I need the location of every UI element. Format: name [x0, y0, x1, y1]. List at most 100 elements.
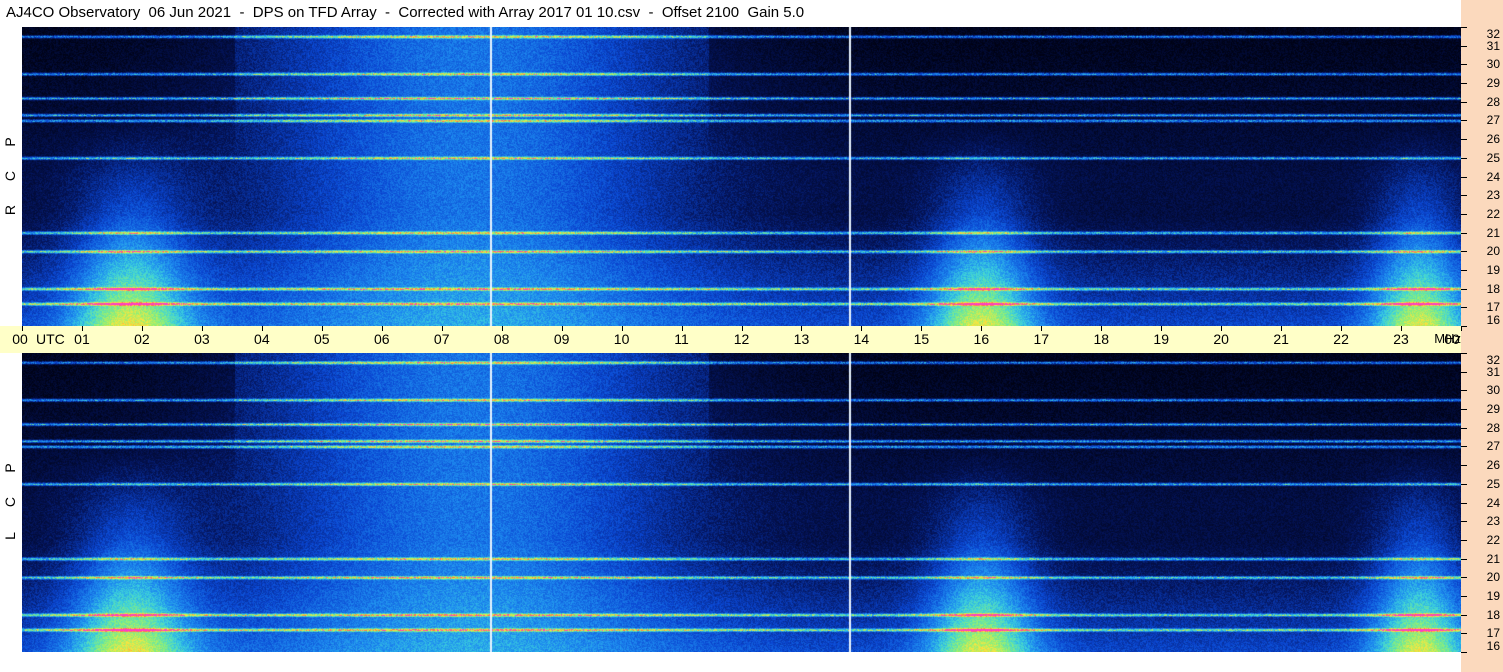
frequency-tick: [1461, 83, 1467, 84]
frequency-tick-label: 32: [1486, 27, 1500, 41]
frequency-tick: [1461, 652, 1467, 653]
panel-label-letter: C: [2, 170, 18, 182]
frequency-tick: [1461, 577, 1467, 578]
utc-label: UTC: [36, 331, 65, 347]
frequency-tick-label: 26: [1486, 458, 1500, 473]
frequency-tick: [1461, 177, 1467, 178]
frequency-tick-label: 16: [1486, 313, 1500, 327]
frequency-tick: [1461, 409, 1467, 410]
frequency-tick-label: 25: [1486, 150, 1500, 165]
frequency-tick-label: 27: [1486, 113, 1500, 128]
frequency-tick-label: 16: [1486, 639, 1500, 653]
frequency-tick: [1461, 307, 1467, 308]
frequency-tick-label: 19: [1486, 588, 1500, 603]
frequency-tick-label: 29: [1486, 402, 1500, 417]
time-tick-label: 23: [1393, 331, 1409, 347]
frequency-tick: [1461, 46, 1467, 47]
time-tick-label: 07: [433, 331, 450, 347]
frequency-tick-label: 17: [1486, 626, 1500, 641]
frequency-tick: [1461, 428, 1467, 429]
time-tick-label: 05: [313, 331, 330, 347]
frequency-tick-label: 22: [1486, 206, 1500, 221]
frequency-tick-label: 30: [1486, 57, 1500, 72]
time-tick-label: 03: [194, 331, 210, 347]
frequency-tick: [1461, 446, 1467, 447]
frequency-tick-label: 29: [1486, 76, 1500, 91]
frequency-tick: [1461, 353, 1467, 354]
time-tick-label: 14: [853, 331, 870, 347]
frequency-tick: [1461, 615, 1467, 616]
panel-label-letter: R: [2, 204, 18, 216]
frequency-tick-label: 17: [1486, 300, 1500, 315]
frequency-tick: [1461, 503, 1467, 504]
frequency-tick-label: 23: [1486, 514, 1500, 529]
frequency-tick: [1461, 270, 1467, 271]
time-tick-label: 12: [733, 331, 750, 347]
frequency-tick-label: 20: [1486, 570, 1500, 585]
frequency-tick: [1461, 540, 1467, 541]
frequency-tick-label: 24: [1486, 495, 1500, 510]
panel-label-letter: L: [2, 532, 18, 540]
frequency-tick: [1461, 326, 1467, 327]
time-axis: MHz 00 01 02 03 04 05 06 07 08 09 10 11 12 13 14 15 16 17…: [0, 326, 1462, 353]
spectrogram-rcp-canvas: [22, 27, 1461, 326]
frequency-tick: [1461, 120, 1467, 121]
panel-label-letter: P: [2, 137, 18, 147]
frequency-tick: [1461, 158, 1467, 159]
frequency-tick: [1461, 372, 1467, 373]
frequency-tick: [1461, 465, 1467, 466]
time-tick-label: 15: [913, 331, 930, 347]
frequency-tick: [1461, 596, 1467, 597]
frequency-tick: [1461, 102, 1467, 103]
chart-title: AJ4CO Observatory 06 Jun 2021 - DPS on T…: [6, 4, 805, 21]
panel-label-letter: C: [2, 496, 18, 508]
time-tick-label: 11: [674, 331, 689, 347]
frequency-tick: [1461, 233, 1467, 234]
time-tick-label: 22: [1333, 331, 1349, 347]
frequency-tick-label: 28: [1486, 420, 1500, 435]
time-tick-label: 01: [74, 331, 90, 347]
frequency-tick-label: 20: [1486, 244, 1500, 259]
time-tick-label: 00: [12, 331, 28, 347]
frequency-tick-label: 30: [1486, 383, 1500, 398]
frequency-axis-lcp: 16 17 18 19 20 21 22 23 24 25 26 27 28 29 30 31 32: [1461, 353, 1503, 653]
frequency-tick-label: 18: [1486, 281, 1500, 296]
spectrogram-lcp: [22, 353, 1461, 652]
panel-label-letter: P: [2, 463, 18, 473]
frequency-tick-label: 32: [1486, 353, 1500, 367]
time-tick-label: 13: [793, 331, 810, 347]
time-tick-label: 20: [1213, 331, 1229, 347]
time-tick-label: 00: [1444, 331, 1460, 347]
frequency-tick-label: 24: [1486, 169, 1500, 184]
spectrogram-rcp: [22, 27, 1461, 326]
frequency-tick-label: 21: [1486, 551, 1500, 566]
frequency-tick: [1461, 289, 1467, 290]
time-tick-label: 02: [134, 331, 150, 347]
time-tick-label: 16: [973, 331, 990, 347]
frequency-tick-label: 21: [1486, 225, 1500, 240]
frequency-tick-label: 19: [1486, 262, 1500, 277]
frequency-tick-label: 25: [1486, 476, 1500, 491]
frequency-axis-rcp: 16 17 18 19 20 21 22 23 24 25 26 27 28 29 30 31 32: [1461, 27, 1503, 327]
time-tick-label: 17: [1033, 331, 1050, 347]
frequency-tick: [1461, 559, 1467, 560]
time-tick-label: 21: [1273, 331, 1289, 347]
frequency-tick: [1461, 64, 1467, 65]
time-tick-label: 08: [493, 331, 510, 347]
frequency-tick: [1461, 484, 1467, 485]
time-tick-label: 06: [373, 331, 390, 347]
frequency-tick: [1461, 195, 1467, 196]
frequency-tick: [1461, 27, 1467, 28]
time-tick-label: 09: [553, 331, 570, 347]
frequency-tick-label: 26: [1486, 132, 1500, 147]
frequency-tick: [1461, 251, 1467, 252]
frequency-tick: [1461, 633, 1467, 634]
frequency-tick-label: 28: [1486, 94, 1500, 109]
time-tick-label: 18: [1093, 331, 1110, 347]
frequency-tick-label: 23: [1486, 188, 1500, 203]
frequency-tick-label: 18: [1486, 607, 1500, 622]
frequency-tick: [1461, 139, 1467, 140]
time-tick-label: 04: [254, 331, 270, 347]
time-tick-label: 10: [613, 331, 630, 347]
frequency-tick-label: 22: [1486, 532, 1500, 547]
